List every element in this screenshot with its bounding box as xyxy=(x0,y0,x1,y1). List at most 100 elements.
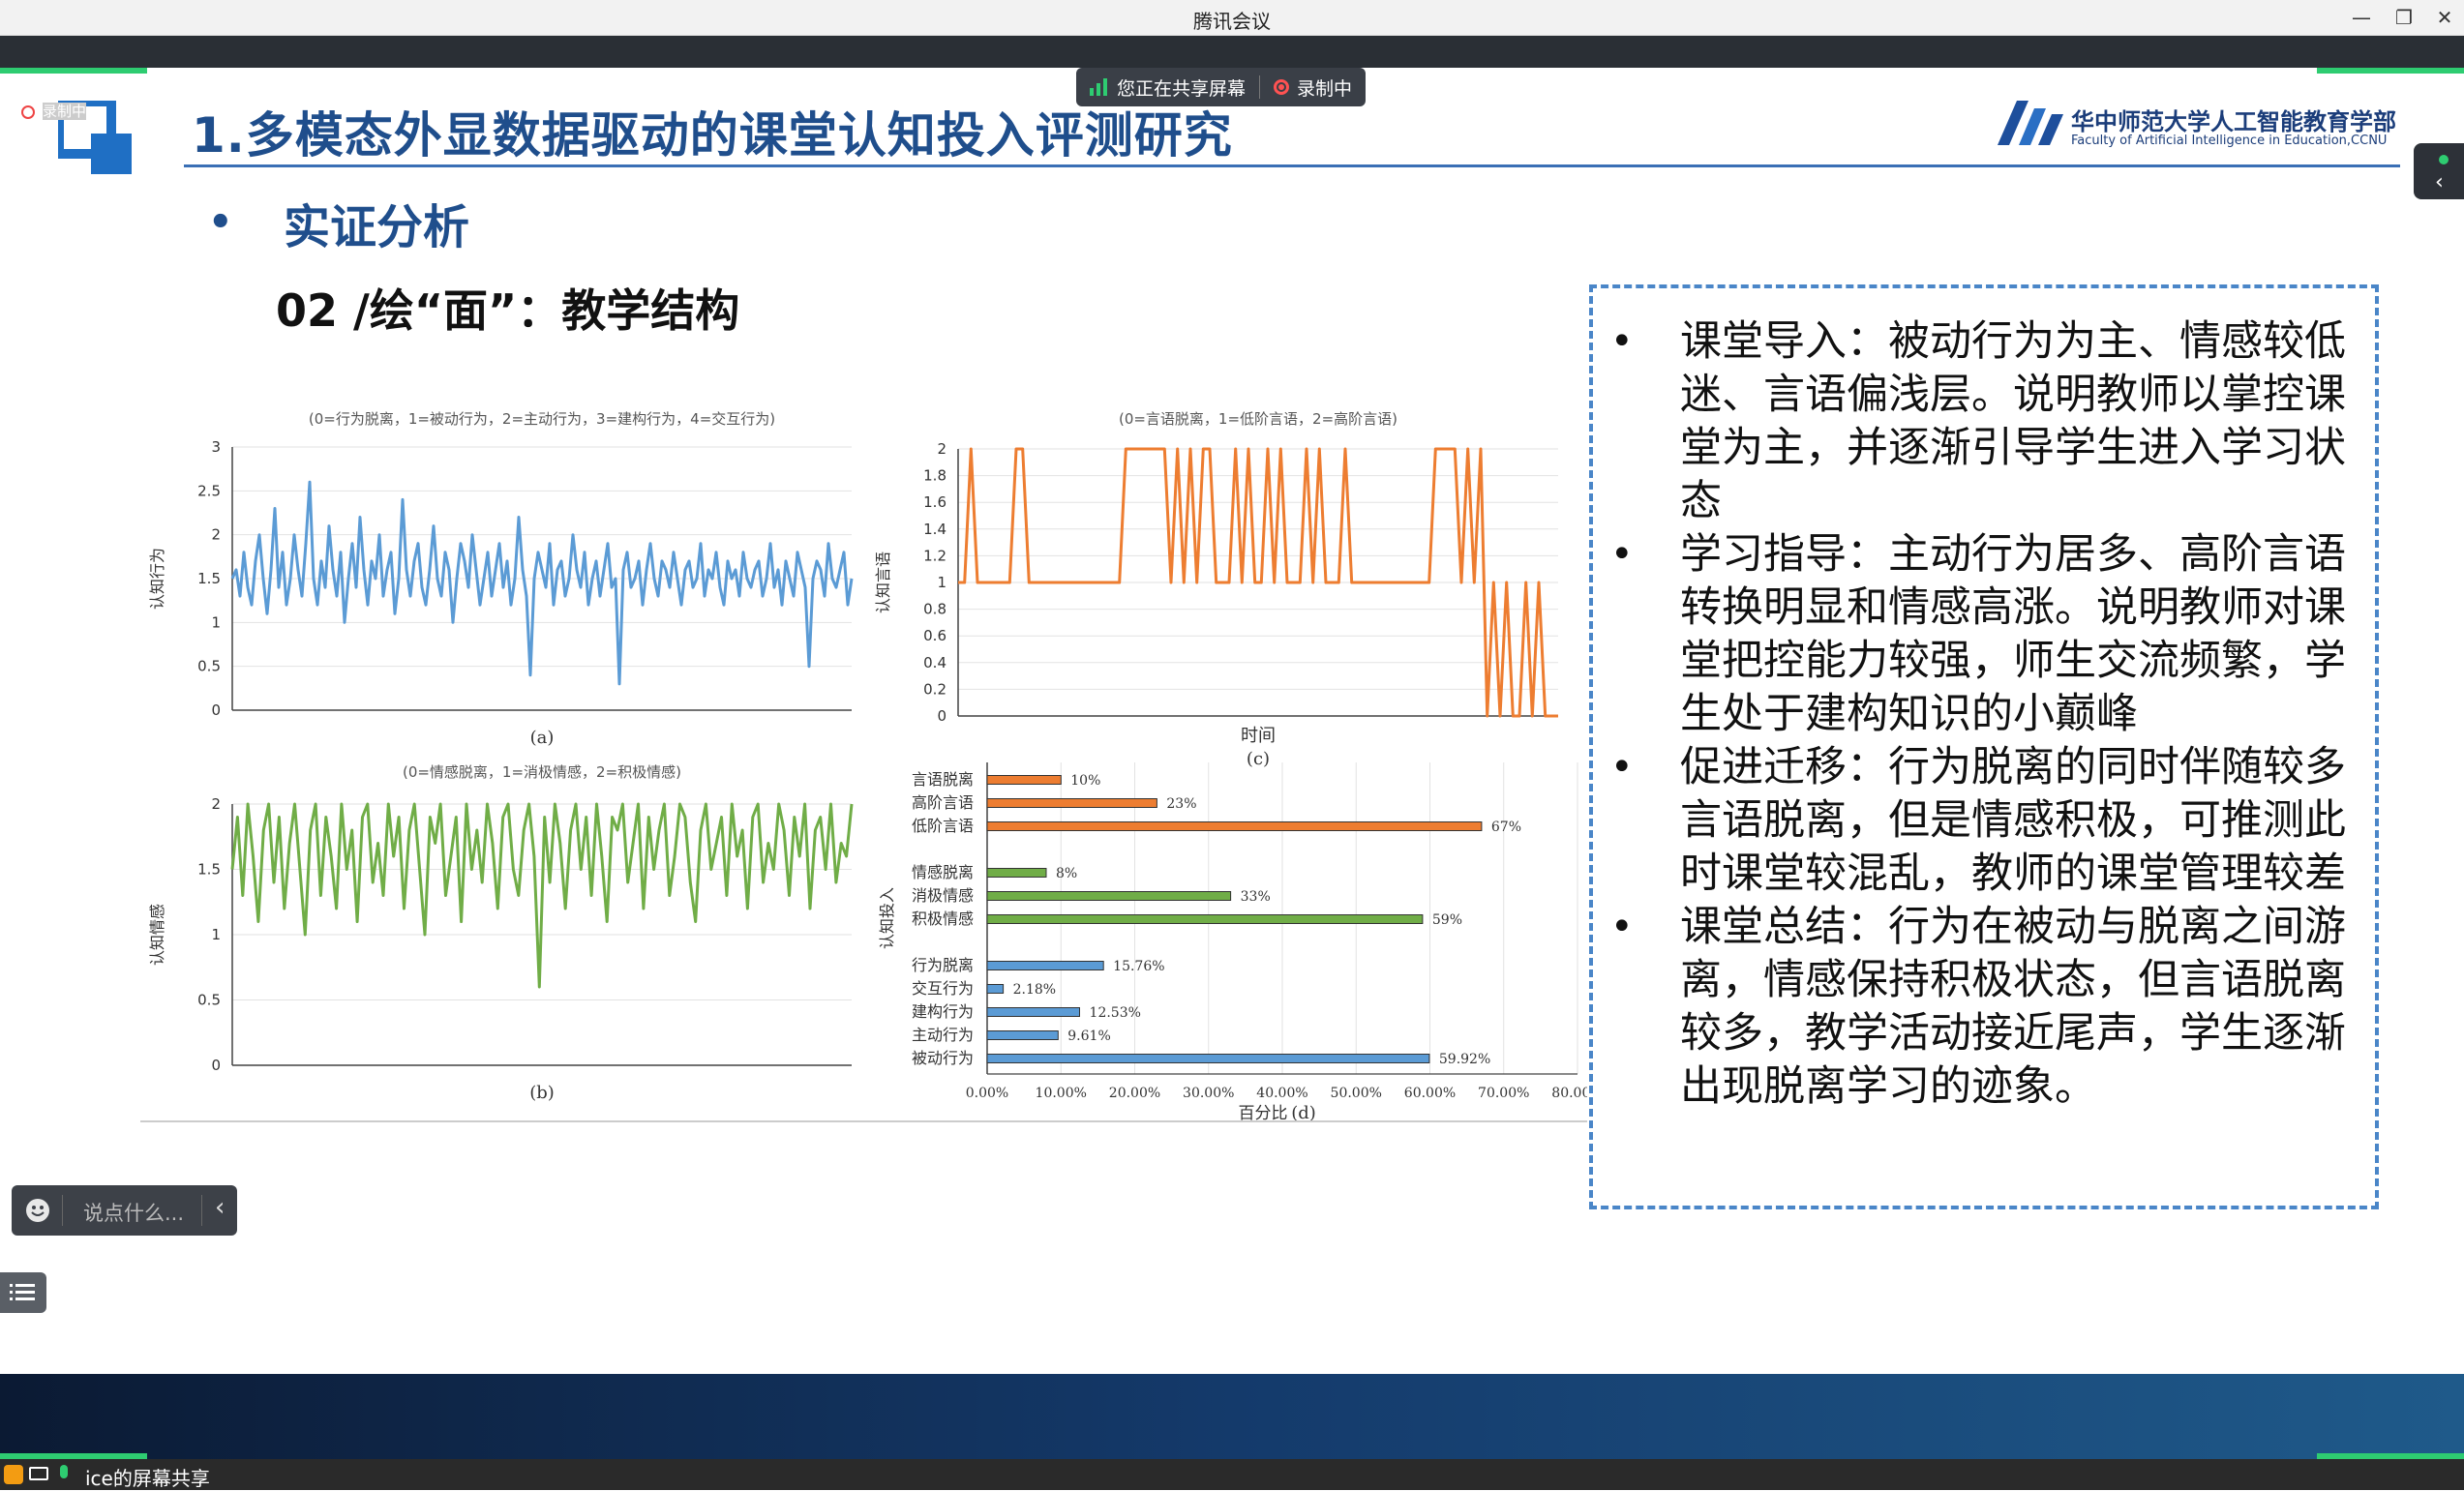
chart-b: (0=情感脱离，1=消极情感，2=积极情感) 0 0.5 1 1.5 2 认知情感 (b) xyxy=(148,763,854,1103)
panel-label: (d) xyxy=(1291,1103,1316,1122)
x-tick-label: 30.00% xyxy=(1183,1086,1234,1101)
share-indicator-right xyxy=(2317,68,2464,74)
chat-placeholder[interactable]: 说点什么... xyxy=(83,1198,184,1227)
bar-category-label: 建构行为 xyxy=(912,1002,974,1021)
y-tick-label: 2 xyxy=(211,526,221,544)
close-button[interactable]: ✕ xyxy=(2425,4,2464,31)
panel-label: (b) xyxy=(529,1083,555,1103)
y-tick-label: 2 xyxy=(211,795,221,813)
record-icon xyxy=(1274,79,1290,95)
summary-point: 促进迁移：行为脱离的同时伴随较多言语脱离，但是情感积极，可推测此时课堂较混乱，教… xyxy=(1610,741,2356,901)
y-tick-label: 1.8 xyxy=(923,467,947,485)
bar-value-label: 15.76% xyxy=(1113,959,1164,974)
bar-value-label: 2.18% xyxy=(1013,982,1056,998)
bar xyxy=(986,798,1157,808)
y-axis-label: 认知言语 xyxy=(874,552,892,613)
user-avatar-icon xyxy=(4,1465,23,1484)
series-line xyxy=(230,802,854,989)
chat-input-bar[interactable]: 说点什么... ‹ xyxy=(12,1185,237,1236)
summary-point: 学习指导：主动行为居多、高阶言语转换明显和情感高涨。说明教师对课堂把控能力较强，… xyxy=(1610,528,2356,741)
slide-title: 1.多模态外显数据驱动的课堂认知投入评测研究 xyxy=(192,107,1233,164)
y-tick-label: 1.2 xyxy=(923,547,947,564)
x-tick-label: 0.00% xyxy=(966,1086,1008,1101)
chart-title: (0=言语脱离，1=低阶言语，2=高阶言语) xyxy=(1119,410,1397,428)
chart-a: (0=行为脱离，1=被动行为，2=主动行为，3=建构行为，4=交互行为) 0 0.5… xyxy=(148,410,854,748)
x-tick-label: 40.00% xyxy=(1256,1086,1307,1101)
x-tick-label: 70.00% xyxy=(1478,1086,1529,1101)
y-tick-label: 3 xyxy=(211,438,221,456)
bar-category-label: 低阶言语 xyxy=(912,817,974,835)
y-tick-label: 1.6 xyxy=(923,493,947,511)
y-axis-label: 认知行为 xyxy=(148,548,166,610)
microphone-icon xyxy=(60,1465,68,1478)
y-tick-label: 0 xyxy=(211,701,221,719)
bar xyxy=(986,775,1062,785)
y-tick-label: 0.6 xyxy=(923,627,947,644)
y-tick-label: 1 xyxy=(211,926,221,943)
summary-list: 课堂导入：被动行为为主、情感较低迷、言语偏浅层。说明教师以掌控课堂为主，并逐渐引… xyxy=(1610,315,2356,1114)
bar xyxy=(986,961,1104,970)
bar xyxy=(986,914,1424,924)
x-tick-label: 50.00% xyxy=(1331,1086,1382,1101)
university-name-en: Faculty of Artificial Intelligence in Ed… xyxy=(2071,134,2388,148)
list-icon xyxy=(10,1284,35,1300)
y-tick-label: 1 xyxy=(937,574,947,591)
bar-category-label: 行为脱离 xyxy=(912,956,974,974)
y-tick-label: 0.2 xyxy=(923,680,947,698)
y-tick-label: 0 xyxy=(937,707,947,725)
bar xyxy=(986,891,1232,901)
bar xyxy=(986,984,1005,994)
university-name-cn: 华中师范大学人工智能教育学部 xyxy=(2071,108,2396,135)
collapse-chat-icon[interactable]: ‹ xyxy=(215,1193,225,1222)
bar-category-label: 言语脱离 xyxy=(912,770,974,789)
x-tick-label: 20.00% xyxy=(1109,1086,1160,1101)
bar-value-label: 59.92% xyxy=(1439,1052,1490,1067)
bar xyxy=(986,821,1483,831)
list-button[interactable] xyxy=(0,1272,46,1313)
chart-c: (0=言语脱离，1=低阶言语，2=高阶言语) 0 0.2 0.4 0.6 0.8 1 1.2 1… xyxy=(874,410,1558,769)
chart-title: (0=情感脱离，1=消极情感，2=积极情感) xyxy=(403,763,681,781)
emoji-icon[interactable] xyxy=(25,1198,50,1223)
university-logo: 华中师范大学人工智能教育学部 Faculty of Artificial Int… xyxy=(1996,97,2396,151)
window-titlebar: 腾讯会议 — ❐ ✕ xyxy=(0,0,2464,36)
y-tick-label: 0.8 xyxy=(923,601,947,618)
y-tick-label: 1 xyxy=(211,613,221,631)
university-emblem-icon xyxy=(1998,101,2063,145)
recording-text: 录制中 xyxy=(1297,77,1353,100)
y-tick-label: 1.5 xyxy=(197,861,221,879)
series-line xyxy=(230,480,854,686)
bar-value-label: 67% xyxy=(1491,820,1521,835)
bar-category-label: 被动行为 xyxy=(912,1049,974,1067)
summary-point: 课堂导入：被动行为为主、情感较低迷、言语偏浅层。说明教师以掌控课堂为主，并逐渐引… xyxy=(1610,315,2356,528)
bar-value-label: 9.61% xyxy=(1067,1029,1110,1044)
summary-point: 课堂总结：行为在被动与脱离之间游离，情感保持积极状态，但言语脱离较多，教学活动接… xyxy=(1610,901,2356,1114)
share-owner-label: ice的屏幕共享 xyxy=(85,1467,210,1490)
status-bar: ice的屏幕共享 xyxy=(0,1459,2464,1490)
y-axis-label: 认知投入 xyxy=(878,887,896,949)
chart-title: (0=行为脱离，1=被动行为，2=主动行为，3=建构行为，4=交互行为) xyxy=(309,410,775,428)
panel-label: (a) xyxy=(530,728,555,748)
subheading: 02 /绘“面”：教学结构 xyxy=(276,284,740,337)
chevron-left-icon: ‹ xyxy=(2435,170,2444,194)
x-tick-label: 10.00% xyxy=(1036,1086,1087,1101)
x-tick-label: 60.00% xyxy=(1404,1086,1456,1101)
y-tick-label: 2 xyxy=(937,440,947,458)
y-tick-label: 0.4 xyxy=(923,654,947,671)
x-axis-label: 时间 xyxy=(1241,726,1276,746)
screen-share-icon xyxy=(29,1467,48,1480)
restore-button[interactable]: ❐ xyxy=(2385,4,2423,31)
y-axis-label: 认知情感 xyxy=(148,904,166,966)
bar-value-label: 59% xyxy=(1432,912,1462,928)
bar-value-label: 10% xyxy=(1070,773,1100,789)
window-title: 腾讯会议 xyxy=(1193,10,1271,33)
bar xyxy=(986,1054,1430,1063)
watermark-text: 录制中 xyxy=(43,103,87,120)
slide-footer-band xyxy=(0,1374,2464,1459)
title-divider xyxy=(184,164,2400,167)
side-panel-toggle[interactable]: ‹ xyxy=(2414,143,2464,199)
mic-indicator-icon xyxy=(2439,155,2449,164)
minimize-button[interactable]: — xyxy=(2342,4,2381,31)
y-tick-label: 0.5 xyxy=(197,992,221,1009)
bar-category-label: 交互行为 xyxy=(912,979,974,998)
share-status-pill[interactable]: 您正在共享屏幕 录制中 xyxy=(1076,68,1367,106)
